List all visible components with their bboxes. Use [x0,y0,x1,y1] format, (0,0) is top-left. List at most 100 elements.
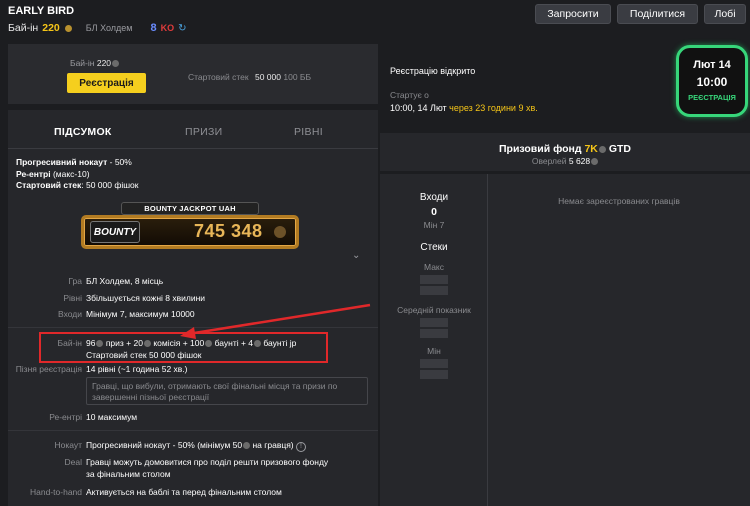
knockout-text-end: на гравця) [250,440,294,450]
currency-icon [591,158,599,165]
ko-badge: KO [160,23,175,33]
overlay-label: Оверлей [531,156,567,166]
badge-time: 10:00 [696,75,728,89]
bounty-logo: BOUNTY [90,221,140,243]
info-icon[interactable]: ! [296,442,307,452]
deal-text: Гравці можуть домовитися про поділ решти… [86,457,329,467]
share-button[interactable]: Поділитися [617,4,698,24]
stack-max-label: Макс [424,262,444,272]
detail-label: Гра [68,276,82,286]
summary-reentry-label: Ре-ентрі [16,168,51,179]
detail-label: Hand-to-hand [30,487,82,497]
detail-label: Ре-ентрі [49,412,82,422]
detail-value: 14 рівні (~1 година 52 хв.) [86,364,188,374]
overlay-value: 5 628 [568,156,591,166]
tournament-header: EARLY BIRD Бай-ін 220 БЛ Холдем 8 KO ↻ З… [0,0,750,42]
stack-max-placeholder [420,275,448,284]
badge-date: Лют 14 [693,59,731,71]
summary-stack-label: Стартовий стек [16,180,82,190]
detail-value: Збільшується кожні 8 хвилини [86,293,206,303]
prize-pool-amount: 7K [584,143,598,155]
start-stack: Стартовий стек 50 000 100 ББ [188,72,311,82]
detail-label: Пізня реєстрація [15,364,82,374]
start-stack-value: 50 000 [254,72,281,82]
badge-label: РЕЄСТРАЦІЯ [688,93,736,102]
stack-min-placeholder [420,370,448,379]
detail-value: 10 максимум [86,412,138,422]
summary-block: Прогресивний нокаут - 50% Ре-ентрі (макс… [16,157,139,192]
players-panel: Входи 0 Мін 7 Стеки Макс Середній показн… [380,174,750,506]
tabs: ПІДСУМОК ПРИЗИ РІВНІ [8,118,378,148]
divider [8,327,378,328]
tab-summary[interactable]: ПІДСУМОК [54,126,112,138]
start-time: 10:00, 14 Лют через 23 години 9 хв. [390,103,538,113]
late-reg-note: Гравці, що вибули, отримають свої фіналь… [86,377,368,405]
progressive-icon: ↻ [178,22,187,34]
detail-label: Нокаут [54,440,82,450]
divider [8,430,378,431]
tournament-title: EARLY BIRD [8,5,75,17]
details-panel: ПІДСУМОК ПРИЗИ РІВНІ Прогресивний нокаут… [8,110,378,506]
deal-text: за фінальним столом [86,468,171,479]
ko-count: 8 [150,22,157,34]
buyin-amount: 220 [42,22,60,34]
stack-min-label: Мін [427,346,441,356]
currency-icon [598,146,606,153]
chevron-down-icon[interactable]: ⌄ [352,250,360,261]
start-stack-bb: 100 ББ [283,72,312,82]
detail-value: БЛ Холдем, 8 місць [86,276,164,286]
overlay: Оверлей 5 628 [380,156,750,166]
prize-pool-label: Призовий фонд [499,143,582,155]
summary-reentry-value: (макс-10) [50,168,90,179]
knockout-text: Прогресивний нокаут - 50% (мінімум 50 [86,440,243,450]
stack-max-placeholder [420,286,448,295]
buyin-label: Бай-ін [8,22,39,34]
summary-knockout-value: - 50% [107,157,132,167]
game-type: БЛ Холдем [85,23,133,33]
reg-buyin-label: Бай-ін [70,58,95,68]
date-badge[interactable]: Лют 14 10:00 РЕЄСТРАЦІЯ [676,45,748,117]
prize-pool: Призовий фонд 7K GTD [380,143,750,155]
tab-prizes[interactable]: ПРИЗИ [185,126,223,138]
stack-avg-placeholder [420,318,448,327]
header-buyin-line: Бай-ін 220 БЛ Холдем 8 KO ↻ [8,22,187,34]
register-button[interactable]: Реєстрація [67,73,146,93]
detail-value: Активується на баблі та перед фінальним … [86,487,282,497]
detail-label: Рівні [63,293,82,303]
stack-avg-placeholder [420,329,448,338]
start-label: Стартує о [390,90,429,100]
registration-status: Реєстрацію відкрито [390,66,476,76]
detail-value: Мінімум 7, максимум 10000 [86,309,195,319]
reg-buyin: Бай-ін 220 [70,58,120,68]
registration-box: Бай-ін 220 Реєстрація Стартовий стек 50 … [8,44,378,104]
lobby-button[interactable]: Лобі [704,4,746,24]
tab-divider [8,148,378,149]
stats-column: Входи 0 Мін 7 Стеки Макс Середній показн… [380,174,488,506]
jackpot-title: BOUNTY JACKPOT UAH [121,202,259,215]
summary-knockout-label: Прогресивний нокаут [16,157,108,167]
tab-levels[interactable]: РІВНІ [294,126,323,138]
prize-pool-gtd: GTD [608,143,631,155]
invite-button[interactable]: Запросити [535,4,611,24]
summary-stack-value: : 50 000 фішок [81,180,139,190]
stacks-title: Стеки [420,242,448,253]
detail-value: Прогресивний нокаут - 50% (мінімум 50 на… [86,440,307,452]
start-stack-label: Стартовий стек [188,72,249,82]
detail-label: Deal [64,457,82,467]
currency-icon [112,60,120,67]
detail-label: Входи [58,309,82,319]
start-countdown: через 23 години 9 хв. [449,103,538,113]
currency-icon [64,24,72,32]
highlight-box [39,332,328,363]
jackpot-value: 745 348 [194,221,263,241]
prize-pool-panel: Призовий фонд 7K GTD Оверлей 5 628 [380,133,750,171]
bounty-jackpot: BOUNTY 745 348 BOUNTY JACKPOT UAH [81,202,299,252]
stack-avg-label: Середній показник [397,305,471,315]
entries-min: Мін 7 [423,220,445,230]
stack-min-placeholder [420,359,448,368]
detail-value: Гравці можуть домовитися про поділ решти… [86,457,328,480]
coin-icon [274,226,286,238]
entries-value: 0 [431,206,437,218]
entries-title: Входи [419,192,449,203]
start-datetime: 10:00, 14 Лют [390,103,447,113]
